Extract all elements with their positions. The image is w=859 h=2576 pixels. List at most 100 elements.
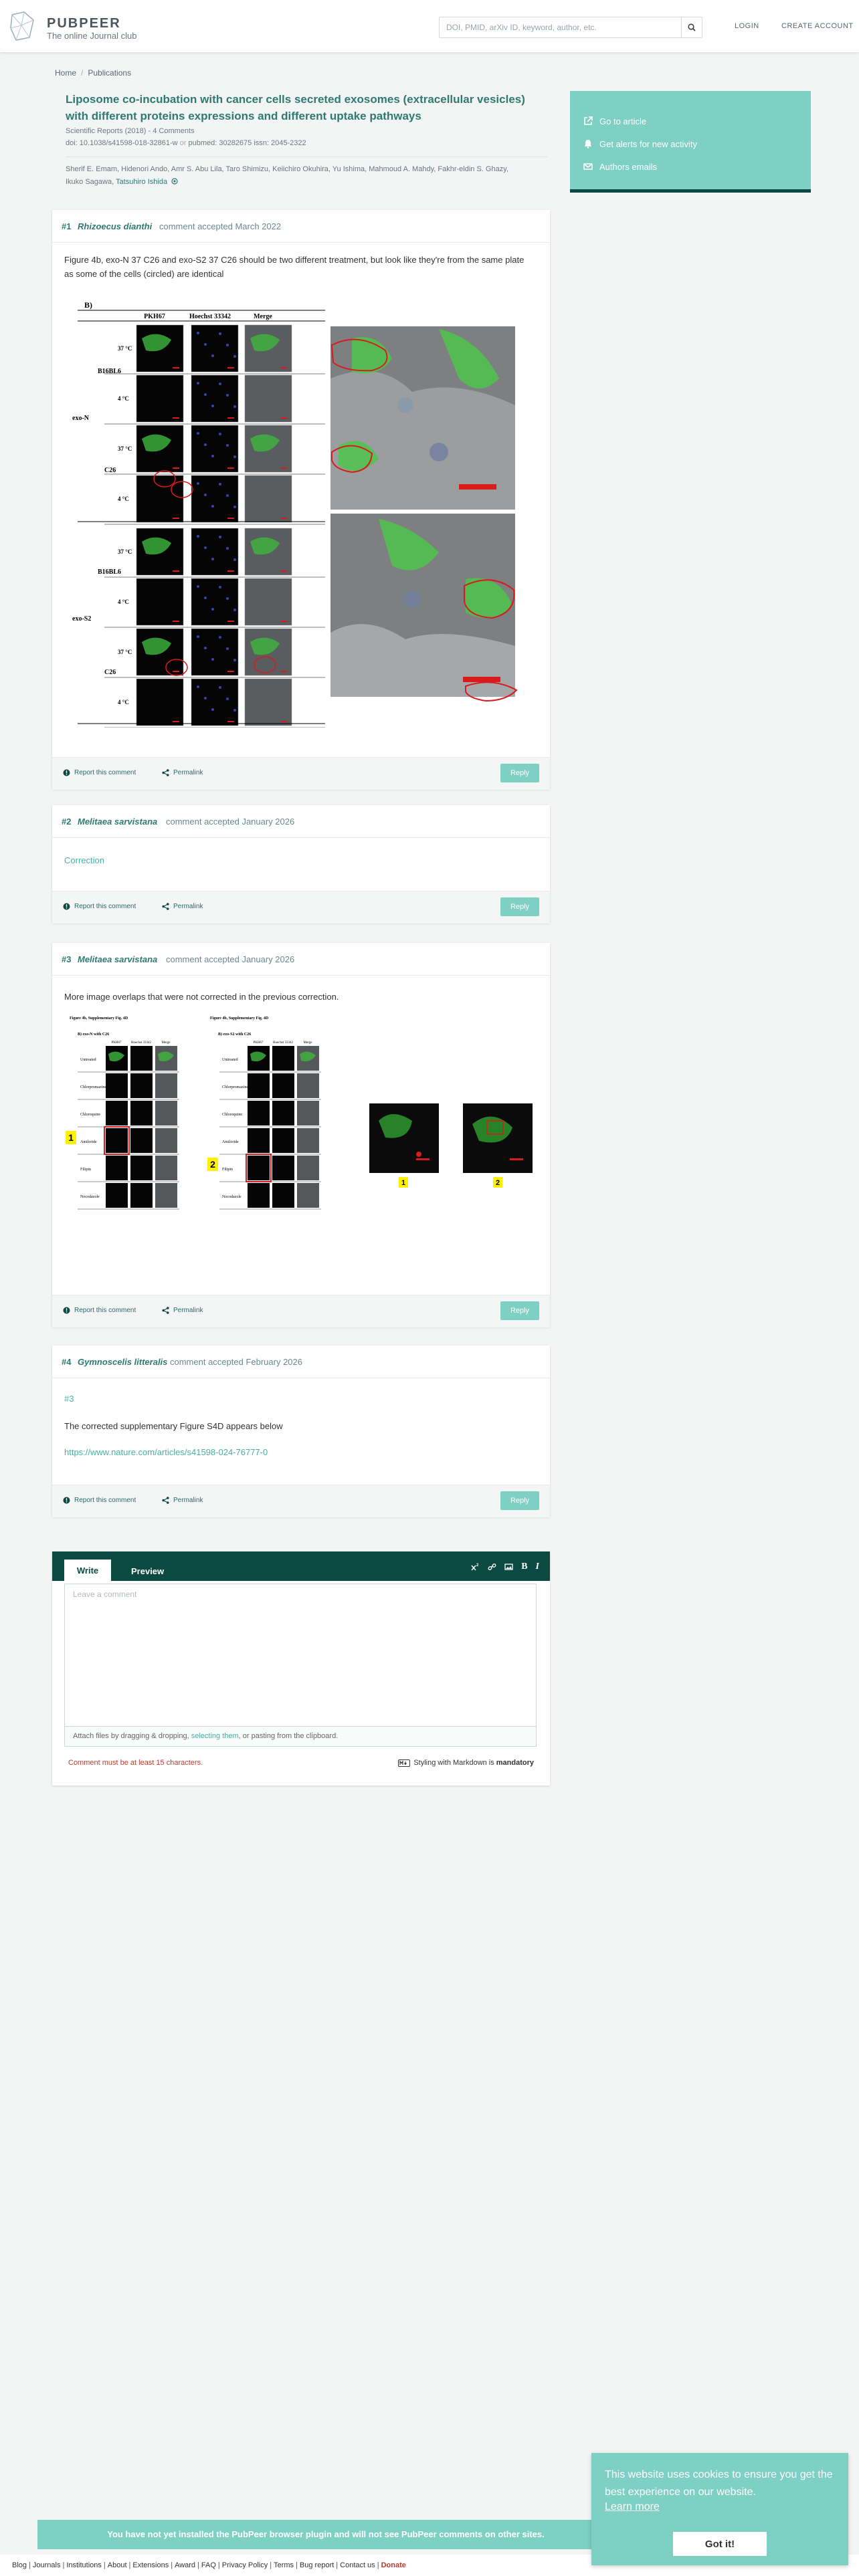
correction-link[interactable]: Correction <box>64 855 104 865</box>
report-comment-link[interactable]: Report this comment <box>63 1307 136 1314</box>
overlap-marker: 1 <box>401 1179 405 1187</box>
attach-files-hint: Attach files by dragging & dropping, sel… <box>64 1727 537 1747</box>
reply-button[interactable]: Reply <box>500 764 539 782</box>
authors-line: Sherif E. Emam, Hidenori Ando, Amr S. Ab… <box>66 165 508 173</box>
comment-footer: Report this comment Permalink Reply <box>52 757 550 790</box>
figure-image-tile <box>130 1101 153 1125</box>
pubpeer-logo-icon[interactable] <box>9 11 36 41</box>
footer-link[interactable]: About <box>108 2561 127 2569</box>
pubmed-id[interactable]: pubmed: 30282675 <box>188 139 252 147</box>
select-files-link[interactable]: selecting them <box>191 1732 239 1740</box>
comment-author[interactable]: Melitaea sarvistana <box>78 954 157 964</box>
accept-cookies-button[interactable]: Got it! <box>673 2532 767 2556</box>
breadcrumb-publications[interactable]: Publications <box>88 68 131 78</box>
figure-image-tile <box>130 1073 153 1098</box>
comment-card-1: #1 Rhizoecus dianthi comment accepted Ma… <box>52 210 550 790</box>
publication-title[interactable]: Liposome co-incubation with cancer cells… <box>66 91 547 124</box>
brand-tagline: The online Journal club <box>47 31 137 41</box>
comment-textarea[interactable] <box>64 1584 537 1727</box>
image-icon[interactable] <box>504 1563 513 1571</box>
footer-link[interactable]: Privacy Policy <box>222 2561 268 2569</box>
footer-link[interactable]: Terms <box>274 2561 294 2569</box>
figure-scale-bar <box>227 621 234 622</box>
markdown-icon <box>398 1759 411 1767</box>
comment-author[interactable]: Melitaea sarvistana <box>78 817 157 827</box>
login-link[interactable]: LOGIN <box>735 22 759 30</box>
search-input[interactable] <box>445 17 675 37</box>
footer-link[interactable]: Bug report <box>300 2561 334 2569</box>
figure-nucleus-dot <box>197 535 199 538</box>
figure-image-tile <box>155 1128 177 1153</box>
go-to-article-link[interactable]: Go to article <box>570 110 811 132</box>
reply-button[interactable]: Reply <box>500 1491 539 1510</box>
figure-image-tile <box>130 1183 153 1208</box>
figure-group-label: exo-N <box>72 415 90 422</box>
plugin-install-banner[interactable]: You have not yet installed the PubPeer b… <box>37 2520 614 2549</box>
reply-button[interactable]: Reply <box>500 1301 539 1320</box>
figure-nucleus-dot <box>219 686 221 689</box>
comment-figure-exosome-uptake: B) PKH67 Hoechst 33342 Merge 37 °C 4 °C 37… <box>64 298 526 728</box>
cookie-message: This website uses cookies to ensure you … <box>605 2469 833 2498</box>
figure-nucleus-dot <box>233 659 236 661</box>
comment-number[interactable]: #3 <box>62 954 71 964</box>
comment-author[interactable]: Rhizoecus dianthi <box>78 221 152 231</box>
permalink[interactable]: Permalink <box>162 903 203 910</box>
footer-link[interactable]: Award <box>175 2561 195 2569</box>
comment-text: The corrected supplementary Figure S4D a… <box>64 1421 283 1431</box>
email-author-icon[interactable] <box>171 178 178 185</box>
footer-link[interactable]: FAQ <box>201 2561 216 2569</box>
article-url-link[interactable]: https://www.nature.com/articles/s41598-0… <box>64 1447 268 1457</box>
figure-row-label: Chloroquine <box>80 1113 100 1117</box>
authors-emails-link[interactable]: Authors emails <box>570 155 811 178</box>
comment-author[interactable]: Gymnoscelis litteralis <box>78 1357 167 1367</box>
create-account-link[interactable]: CREATE ACCOUNT <box>781 22 854 30</box>
search-button[interactable] <box>681 17 702 37</box>
comment-number[interactable]: #1 <box>62 221 71 231</box>
get-alerts-link[interactable]: Get alerts for new activity <box>570 132 811 155</box>
tab-preview[interactable]: Preview <box>131 1566 164 1576</box>
superscript-icon[interactable]: 2 <box>471 1563 480 1571</box>
footer-link[interactable]: Contact us <box>340 2561 375 2569</box>
comment-reference-link[interactable]: #3 <box>64 1394 74 1404</box>
footer-link[interactable]: Extensions <box>132 2561 169 2569</box>
footer-link[interactable]: Journals <box>33 2561 61 2569</box>
figure-nucleus-dot <box>233 709 236 712</box>
figure-temp-label: 4 °C <box>118 599 129 605</box>
figure-scale-bar <box>227 417 234 419</box>
figure-nucleus-dot <box>211 708 214 711</box>
reply-button[interactable]: Reply <box>500 897 539 916</box>
figure-nucleus-dot <box>204 697 207 700</box>
figure-scale-bar <box>227 518 234 519</box>
footer-link[interactable]: Institutions <box>66 2561 102 2569</box>
alert-circle-icon <box>63 769 70 776</box>
figure-column-label: PKH67 <box>144 313 165 320</box>
comment-number[interactable]: #4 <box>62 1357 71 1367</box>
figure-scale-bar <box>173 367 179 368</box>
figure-temp-label: 4 °C <box>118 395 129 402</box>
report-comment-link[interactable]: Report this comment <box>63 1497 136 1504</box>
bold-icon[interactable]: B <box>521 1562 527 1572</box>
figure-image-tile <box>297 1156 319 1180</box>
figure-scale-bar <box>227 467 234 469</box>
permalink[interactable]: Permalink <box>162 769 203 776</box>
brand-name[interactable]: PUBPEER <box>47 16 121 31</box>
corresponding-author-link[interactable]: Tatsuhiro Ishida <box>116 178 167 186</box>
italic-icon[interactable]: I <box>536 1562 539 1572</box>
figure-image-tile <box>155 1183 177 1208</box>
tab-write[interactable]: Write <box>64 1560 111 1581</box>
learn-more-link[interactable]: Learn more <box>605 2501 660 2513</box>
footer-link[interactable]: Blog <box>12 2561 27 2569</box>
overlap-marker: 1 <box>68 1132 74 1143</box>
report-comment-link[interactable]: Report this comment <box>63 769 136 776</box>
permalink[interactable]: Permalink <box>162 1307 203 1314</box>
doi[interactable]: doi: 10.1038/s41598-018-32861-w <box>66 139 178 147</box>
comment-number[interactable]: #2 <box>62 817 71 827</box>
breadcrumb-home[interactable]: Home <box>55 68 76 78</box>
report-comment-link[interactable]: Report this comment <box>63 903 136 910</box>
svg-text:2: 2 <box>476 1564 479 1568</box>
permalink[interactable]: Permalink <box>162 1497 203 1504</box>
figure-image-tile <box>297 1128 319 1153</box>
footer-link-donate[interactable]: Donate <box>381 2561 406 2569</box>
markdown-hint[interactable]: Styling with Markdown is mandatory <box>398 1759 534 1767</box>
link-icon[interactable] <box>488 1563 496 1571</box>
